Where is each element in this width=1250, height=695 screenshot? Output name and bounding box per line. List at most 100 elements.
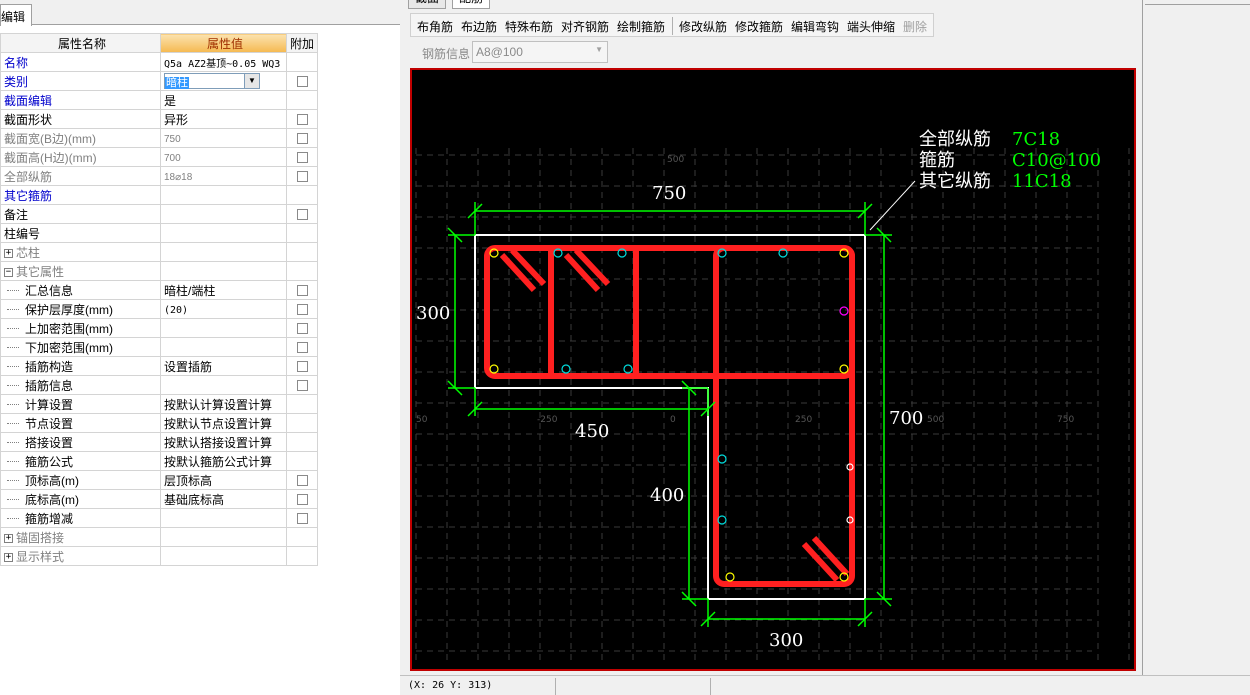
property-row[interactable]: 名称 Q5a AZ2基顶~0.05 WQ3 (0, 52, 318, 72)
property-name[interactable]: 柱编号 (0, 223, 161, 243)
property-group-header[interactable]: − 其它属性 (0, 261, 161, 281)
property-name[interactable]: 底标高(m) (0, 489, 161, 509)
property-name[interactable]: 类别 (0, 71, 161, 91)
property-value[interactable]: 设置插筋 (160, 356, 287, 376)
chevron-down-icon[interactable]: ▼ (244, 74, 259, 88)
add-checkbox[interactable] (296, 285, 308, 297)
property-row[interactable]: 顶标高(m) 层顶标高 (0, 470, 318, 490)
property-name[interactable]: 名称 (0, 52, 161, 72)
expand-icon[interactable]: + (4, 248, 13, 258)
category-select[interactable]: 暗柱 ▼ (164, 73, 260, 89)
property-name[interactable]: 截面宽(B边)(mm) (0, 128, 161, 148)
property-value[interactable]: 按默认搭接设置计算 (160, 432, 287, 452)
property-row[interactable]: 备注 (0, 204, 318, 224)
property-name[interactable]: 保护层厚度(mm) (0, 299, 161, 319)
property-name[interactable]: 顶标高(m) (0, 470, 161, 490)
property-value[interactable] (160, 508, 287, 528)
add-checkbox[interactable] (296, 380, 308, 392)
header-property-name[interactable]: 属性名称 (0, 33, 161, 53)
property-group-header[interactable]: + 锚固搭接 (0, 527, 161, 547)
property-name[interactable]: 截面编辑 (0, 90, 161, 110)
modify-stirrup-button[interactable]: 修改箍筋 (735, 18, 783, 35)
property-name[interactable]: 汇总信息 (0, 280, 161, 300)
property-row[interactable]: 截面形状 异形 (0, 109, 318, 129)
property-name[interactable]: 截面高(H边)(mm) (0, 147, 161, 167)
property-row[interactable]: 插筋信息 (0, 375, 318, 395)
property-row[interactable]: 上加密范围(mm) (0, 318, 318, 338)
align-rebar-button[interactable]: 对齐钢筋 (561, 18, 609, 35)
section-drawing-svg[interactable]: 500 50 -250 0 250 500 750 750 300 450 70… (412, 70, 1134, 669)
corner-rebar-button[interactable]: 布角筋 (417, 18, 453, 35)
add-checkbox[interactable] (296, 171, 308, 183)
property-value[interactable]: 按默认计算设置计算 (160, 394, 287, 414)
tab-edit[interactable]: 编辑 (0, 4, 32, 26)
property-row[interactable]: 其它箍筋 (0, 185, 318, 205)
property-row[interactable]: 截面编辑 是 (0, 90, 318, 110)
property-value[interactable] (160, 242, 287, 262)
property-value[interactable]: 750 (160, 128, 287, 148)
property-name[interactable]: 下加密范围(mm) (0, 337, 161, 357)
property-row[interactable]: 计算设置 按默认计算设置计算 (0, 394, 318, 414)
add-checkbox[interactable] (296, 361, 308, 373)
property-name[interactable]: 插筋构造 (0, 356, 161, 376)
property-value[interactable]: (20) (160, 299, 287, 319)
property-row[interactable]: 全部纵筋 18⌀18 (0, 166, 318, 186)
property-value[interactable] (160, 318, 287, 338)
property-value[interactable]: 异形 (160, 109, 287, 129)
property-row[interactable]: 汇总信息 暗柱/端柱 (0, 280, 318, 300)
property-name[interactable]: 插筋信息 (0, 375, 161, 395)
property-name[interactable]: 箍筋增减 (0, 508, 161, 528)
end-extend-button[interactable]: 端头伸缩 (847, 18, 895, 35)
add-checkbox[interactable] (296, 304, 308, 316)
property-name[interactable]: 备注 (0, 204, 161, 224)
edge-rebar-button[interactable]: 布边筋 (461, 18, 497, 35)
add-checkbox[interactable] (296, 114, 308, 126)
property-value[interactable]: Q5a AZ2基顶~0.05 WQ3 (160, 52, 287, 72)
property-value[interactable] (160, 527, 287, 547)
expand-icon[interactable]: + (4, 533, 13, 543)
property-row[interactable]: + 锚固搭接 (0, 527, 318, 547)
add-checkbox[interactable] (296, 76, 308, 88)
property-row[interactable]: 底标高(m) 基础底标高 (0, 489, 318, 509)
property-row[interactable]: 截面宽(B边)(mm) 750 (0, 128, 318, 148)
add-checkbox[interactable] (296, 209, 308, 221)
property-value[interactable]: 是 (160, 90, 287, 110)
header-property-value[interactable]: 属性值 (160, 33, 287, 53)
special-rebar-button[interactable]: 特殊布筋 (505, 18, 553, 35)
add-checkbox[interactable] (296, 133, 308, 145)
property-name[interactable]: 节点设置 (0, 413, 161, 433)
property-value[interactable]: 按默认节点设置计算 (160, 413, 287, 433)
delete-button[interactable]: 删除 (903, 18, 927, 35)
property-value[interactable] (160, 375, 287, 395)
property-row[interactable]: 柱编号 (0, 223, 318, 243)
property-row[interactable]: 截面高(H边)(mm) 700 (0, 147, 318, 167)
add-checkbox[interactable] (296, 513, 308, 525)
property-row[interactable]: 保护层厚度(mm) (20) (0, 299, 318, 319)
property-value[interactable] (160, 204, 287, 224)
draw-stirrup-button[interactable]: 绘制箍筋 (617, 18, 665, 35)
edit-hook-button[interactable]: 编辑弯钩 (791, 18, 839, 35)
section-drawing-canvas[interactable]: 500 50 -250 0 250 500 750 750 300 450 70… (410, 68, 1136, 671)
expand-icon[interactable]: + (4, 552, 13, 562)
collapse-icon[interactable]: − (4, 267, 13, 277)
add-checkbox[interactable] (296, 152, 308, 164)
property-row[interactable]: 下加密范围(mm) (0, 337, 318, 357)
add-checkbox[interactable] (296, 323, 308, 335)
property-value[interactable]: 层顶标高 (160, 470, 287, 490)
property-value[interactable]: 暗柱 ▼ (160, 71, 287, 91)
property-value[interactable] (160, 546, 287, 566)
property-row[interactable]: 插筋构造 设置插筋 (0, 356, 318, 376)
property-name[interactable]: 搭接设置 (0, 432, 161, 452)
header-add[interactable]: 附加 (286, 33, 318, 53)
property-row[interactable]: − 其它属性 (0, 261, 318, 281)
property-group-header[interactable]: + 芯柱 (0, 242, 161, 262)
property-value[interactable]: 基础底标高 (160, 489, 287, 509)
property-name[interactable]: 截面形状 (0, 109, 161, 129)
property-value[interactable] (160, 261, 287, 281)
property-name[interactable]: 箍筋公式 (0, 451, 161, 471)
property-name[interactable]: 其它箍筋 (0, 185, 161, 205)
add-checkbox[interactable] (296, 342, 308, 354)
rebar-info-combo[interactable]: A8@100 ▼ (472, 41, 608, 63)
property-row[interactable]: + 芯柱 (0, 242, 318, 262)
tab-rebar[interactable]: 配筋 (452, 0, 491, 9)
